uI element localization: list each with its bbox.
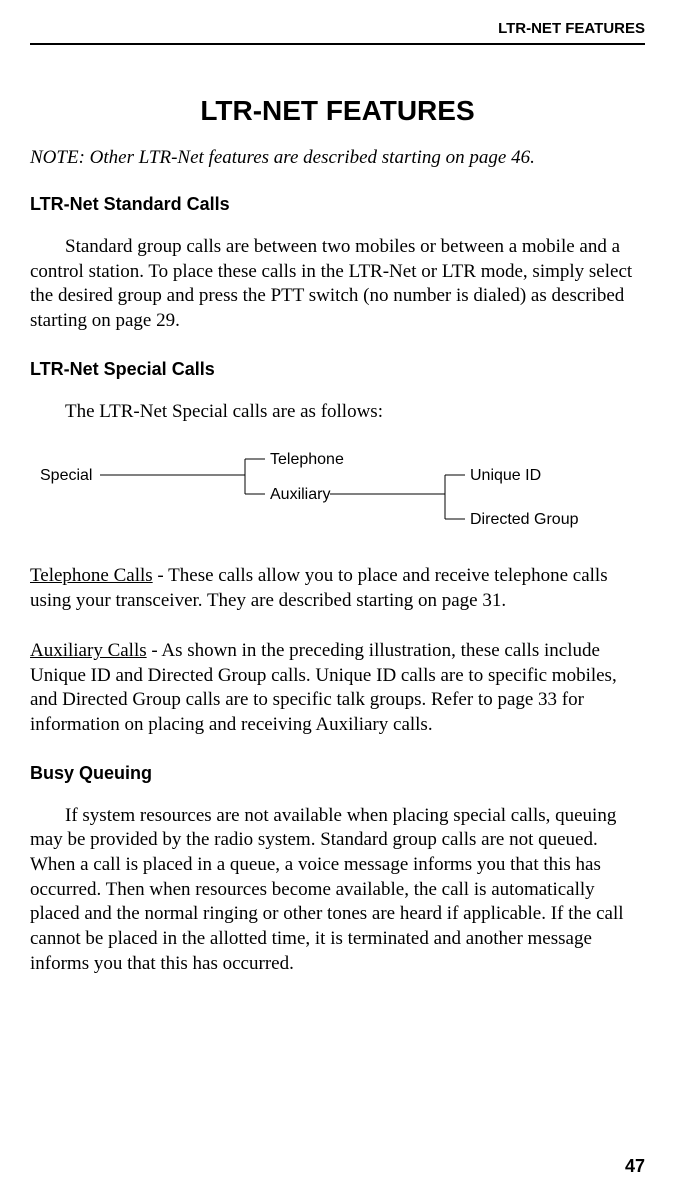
body-standard-calls: Standard group calls are between two mob… <box>30 235 645 334</box>
body-telephone-calls: Telephone Calls - These calls allow you … <box>30 564 645 613</box>
diagram-label-telephone: Telephone <box>270 451 344 469</box>
diagram-label-auxiliary: Auxiliary <box>270 486 330 504</box>
body-auxiliary-calls: Auxiliary Calls - As shown in the preced… <box>30 639 645 738</box>
body-busy-queuing: If system resources are not available wh… <box>30 804 645 977</box>
diagram-label-unique-id: Unique ID <box>470 467 541 485</box>
intro-special-calls: The LTR-Net Special calls are as follows… <box>30 400 645 425</box>
heading-standard-calls: LTR-Net Standard Calls <box>30 194 645 215</box>
page-header: LTR-NET FEATURES <box>30 20 645 45</box>
heading-special-calls: LTR-Net Special Calls <box>30 359 645 380</box>
page-number: 47 <box>625 1156 645 1177</box>
call-types-diagram: Special Telephone Auxiliary Unique ID Di… <box>30 449 645 539</box>
note-text: NOTE: Other LTR-Net features are describ… <box>30 147 645 169</box>
diagram-label-directed-group: Directed Group <box>470 511 579 529</box>
telephone-calls-label: Telephone Calls <box>30 565 153 586</box>
page-title: LTR-NET FEATURES <box>30 95 645 127</box>
diagram-label-special: Special <box>40 467 92 485</box>
auxiliary-calls-label: Auxiliary Calls <box>30 640 147 661</box>
heading-busy-queuing: Busy Queuing <box>30 763 645 784</box>
